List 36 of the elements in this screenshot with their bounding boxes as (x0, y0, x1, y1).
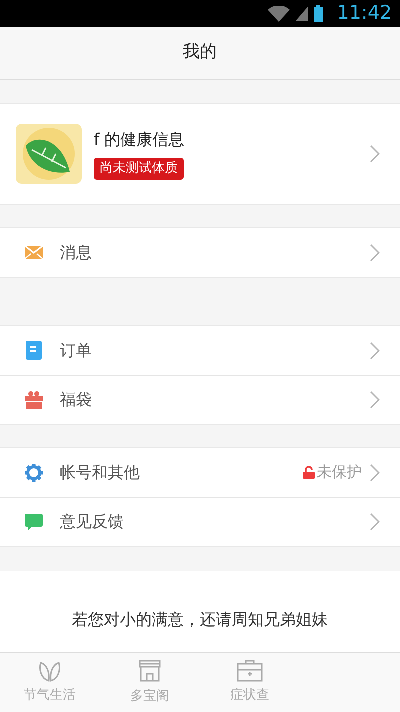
document-icon (26, 341, 42, 360)
clock: 11:42 (337, 1, 392, 26)
chevron-right-icon (370, 244, 380, 262)
menu-label: 消息 (60, 242, 93, 264)
chevron-right-icon (370, 513, 380, 531)
protection-status: 未保护 (317, 462, 362, 484)
menu-label: 意见反馈 (60, 511, 125, 533)
leaf-avatar (16, 124, 82, 184)
menu-row[interactable]: 订单 (0, 326, 400, 375)
chevron-right-icon (370, 342, 380, 360)
profile-name: f 的健康信息 (94, 129, 185, 152)
signal-icon (296, 6, 308, 20)
share-message: 若您对小的满意，还请周知兄弟姐妹 (72, 609, 328, 631)
chevron-right-icon (370, 464, 380, 482)
page-title: 我的 (183, 41, 217, 64)
menu-label: 订单 (60, 340, 93, 362)
storefront-icon (138, 658, 162, 683)
profile-card[interactable]: f 的健康信息 尚未测试体质 (0, 103, 400, 205)
medical-kit-icon (237, 660, 263, 682)
wifi-icon (268, 6, 290, 22)
menu-row[interactable]: 消息 (0, 228, 400, 277)
chevron-right-icon (370, 145, 380, 163)
menu-label: 福袋 (60, 389, 93, 411)
gear-icon (25, 464, 43, 482)
unlocked-padlock-icon (303, 466, 315, 479)
chevron-right-icon (370, 391, 380, 409)
constitution-badge: 尚未测试体质 (94, 158, 184, 180)
chat-bubble-icon (25, 514, 43, 530)
menu-row[interactable]: 福袋 (0, 375, 400, 424)
battery-icon (314, 5, 324, 22)
menu-row[interactable]: 帐号和其他 未保护 (0, 448, 400, 497)
menu-row[interactable]: 意见反馈 (0, 497, 400, 546)
menu-label: 帐号和其他 (60, 462, 141, 484)
gift-icon (25, 391, 43, 409)
leaves-icon (38, 660, 62, 682)
envelope-icon (25, 246, 43, 259)
